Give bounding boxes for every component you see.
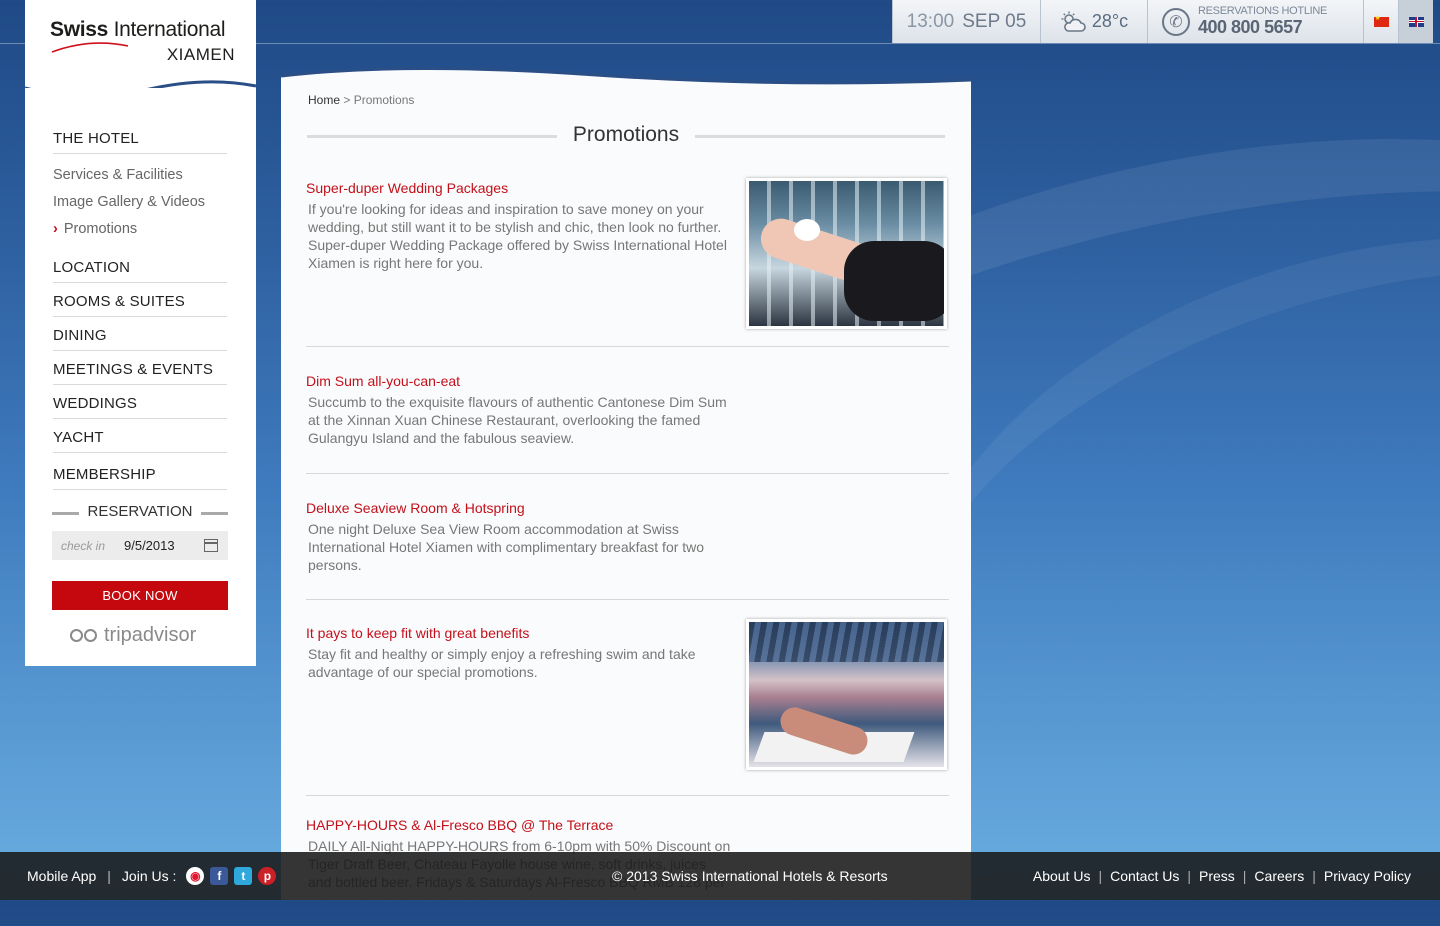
logo-swoosh-icon bbox=[51, 42, 129, 53]
page-title: Promotions bbox=[307, 123, 945, 147]
pool-photo[interactable] bbox=[746, 619, 947, 770]
footer-link-privacy[interactable]: Privacy Policy bbox=[1324, 868, 1411, 884]
nav-sub-promotions[interactable]: › Promotions bbox=[53, 216, 227, 243]
promo-title[interactable]: HAPPY-HOURS & Al-Fresco BBQ @ The Terrac… bbox=[306, 817, 949, 833]
checkin-label: check in bbox=[61, 538, 106, 553]
nav-membership[interactable]: MEMBERSHIP bbox=[53, 457, 227, 490]
mobile-app-link[interactable]: Mobile App bbox=[27, 868, 96, 884]
main-content: Home > Promotions Promotions Super-duper… bbox=[281, 85, 971, 900]
footer-separator: | bbox=[107, 868, 111, 884]
nav-rooms-suites[interactable]: ROOMS & SUITES bbox=[53, 287, 227, 317]
footer-link-contact[interactable]: Contact Us bbox=[1110, 868, 1179, 884]
current-date: SEP 05 bbox=[962, 10, 1027, 32]
main-navigation: THE HOTEL Services & Facilities Image Ga… bbox=[53, 124, 227, 490]
logo-city: XIAMEN bbox=[166, 45, 235, 64]
nav-sub-promotions-label: Promotions bbox=[63, 221, 138, 237]
active-arrow-icon: › bbox=[53, 221, 58, 237]
promo-item: Super-duper Wedding Packages If you're l… bbox=[306, 178, 949, 347]
social-links: ◉ f t p bbox=[186, 867, 277, 885]
phone-icon: ✆ bbox=[1162, 7, 1190, 36]
breadcrumb-current: Promotions bbox=[353, 93, 415, 107]
tripadvisor-label: tripadvisor bbox=[104, 624, 197, 646]
nav-weddings[interactable]: WEDDINGS bbox=[53, 389, 227, 419]
wedding-photo[interactable] bbox=[746, 178, 947, 329]
uk-flag-icon bbox=[1408, 16, 1424, 27]
twitter-icon[interactable]: t bbox=[234, 867, 253, 885]
sidebar: THE HOTEL Services & Facilities Image Ga… bbox=[25, 88, 256, 666]
promo-description: Stay fit and healthy or simply enjoy a r… bbox=[308, 646, 696, 680]
weather: 28°c bbox=[1040, 0, 1147, 43]
promo-description: Succumb to the exquisite flavours of aut… bbox=[308, 394, 727, 446]
promo-item: It pays to keep fit with great benefits … bbox=[306, 619, 949, 796]
clock: 13:00 SEP 05 bbox=[892, 0, 1040, 43]
current-time: 13:00 bbox=[906, 10, 955, 32]
calendar-icon[interactable] bbox=[204, 539, 218, 552]
checkin-field[interactable]: check in 9/5/2013 bbox=[52, 531, 228, 560]
breadcrumb-separator: > bbox=[340, 93, 354, 107]
copyright: © 2013 Swiss International Hotels & Reso… bbox=[612, 868, 888, 884]
nav-location[interactable]: LOCATION bbox=[53, 253, 227, 283]
promo-item: Dim Sum all-you-can-eat Succumb to the e… bbox=[306, 373, 949, 474]
promo-description: One night Deluxe Sea View Room accommoda… bbox=[308, 521, 705, 573]
nav-the-hotel[interactable]: THE HOTEL bbox=[53, 124, 227, 154]
language-chinese[interactable] bbox=[1363, 0, 1398, 43]
footer-link-press[interactable]: Press bbox=[1199, 868, 1235, 884]
nav-meetings-events[interactable]: MEETINGS & EVENTS bbox=[53, 355, 227, 385]
nav-yacht[interactable]: YACHT bbox=[53, 423, 227, 453]
book-now-button[interactable]: BOOK NOW bbox=[52, 581, 228, 610]
breadcrumb-home[interactable]: Home bbox=[308, 93, 340, 107]
footer-links: About Us | Contact Us | Press | Careers | Pr… bbox=[1032, 868, 1411, 884]
nav-sub-services[interactable]: Services & Facilities bbox=[53, 162, 227, 189]
reservation-title: RESERVATION bbox=[52, 503, 228, 523]
hotline-number: 400 800 5657 bbox=[1198, 17, 1303, 37]
temperature: 28°c bbox=[1091, 11, 1129, 31]
promo-title[interactable]: Deluxe Seaview Room & Hotspring bbox=[306, 500, 949, 516]
language-english[interactable] bbox=[1398, 0, 1433, 43]
footer-link-careers[interactable]: Careers bbox=[1254, 868, 1304, 884]
promo-title[interactable]: Dim Sum all-you-can-eat bbox=[306, 373, 949, 389]
hotline-label: RESERVATIONS HOTLINE bbox=[1198, 5, 1328, 17]
pinterest-icon[interactable]: p bbox=[258, 867, 277, 885]
checkin-value[interactable]: 9/5/2013 bbox=[124, 538, 204, 553]
nav-sub-gallery[interactable]: Image Gallery & Videos bbox=[53, 189, 227, 216]
reservations-hotline[interactable]: ✆ RESERVATIONS HOTLINE 400 800 5657 bbox=[1147, 0, 1363, 43]
china-flag-icon bbox=[1373, 14, 1389, 27]
partly-cloudy-icon bbox=[1061, 11, 1086, 32]
breadcrumb: Home > Promotions bbox=[308, 93, 414, 107]
facebook-icon[interactable]: f bbox=[210, 867, 229, 885]
promo-item: Deluxe Seaview Room & Hotspring One nigh… bbox=[306, 500, 949, 600]
footer: Mobile App | Join Us : ◉ f t p © 2013 Sw… bbox=[0, 852, 1440, 900]
top-bar: 13:00 SEP 05 28°c ✆ RESERVATIONS HOTLINE… bbox=[892, 0, 1433, 43]
tripadvisor-owl-icon bbox=[70, 627, 100, 645]
logo-brand-bold: Swiss bbox=[50, 18, 109, 41]
weibo-icon[interactable]: ◉ bbox=[186, 867, 205, 885]
logo-brand-rest: International bbox=[108, 18, 226, 41]
nav-dining[interactable]: DINING bbox=[53, 321, 227, 351]
tripadvisor-logo[interactable]: tripadvisor bbox=[70, 624, 196, 647]
footer-link-about[interactable]: About Us bbox=[1033, 868, 1091, 884]
promo-description: If you're looking for ideas and inspirat… bbox=[308, 201, 727, 271]
join-us-label: Join Us : bbox=[121, 868, 177, 884]
